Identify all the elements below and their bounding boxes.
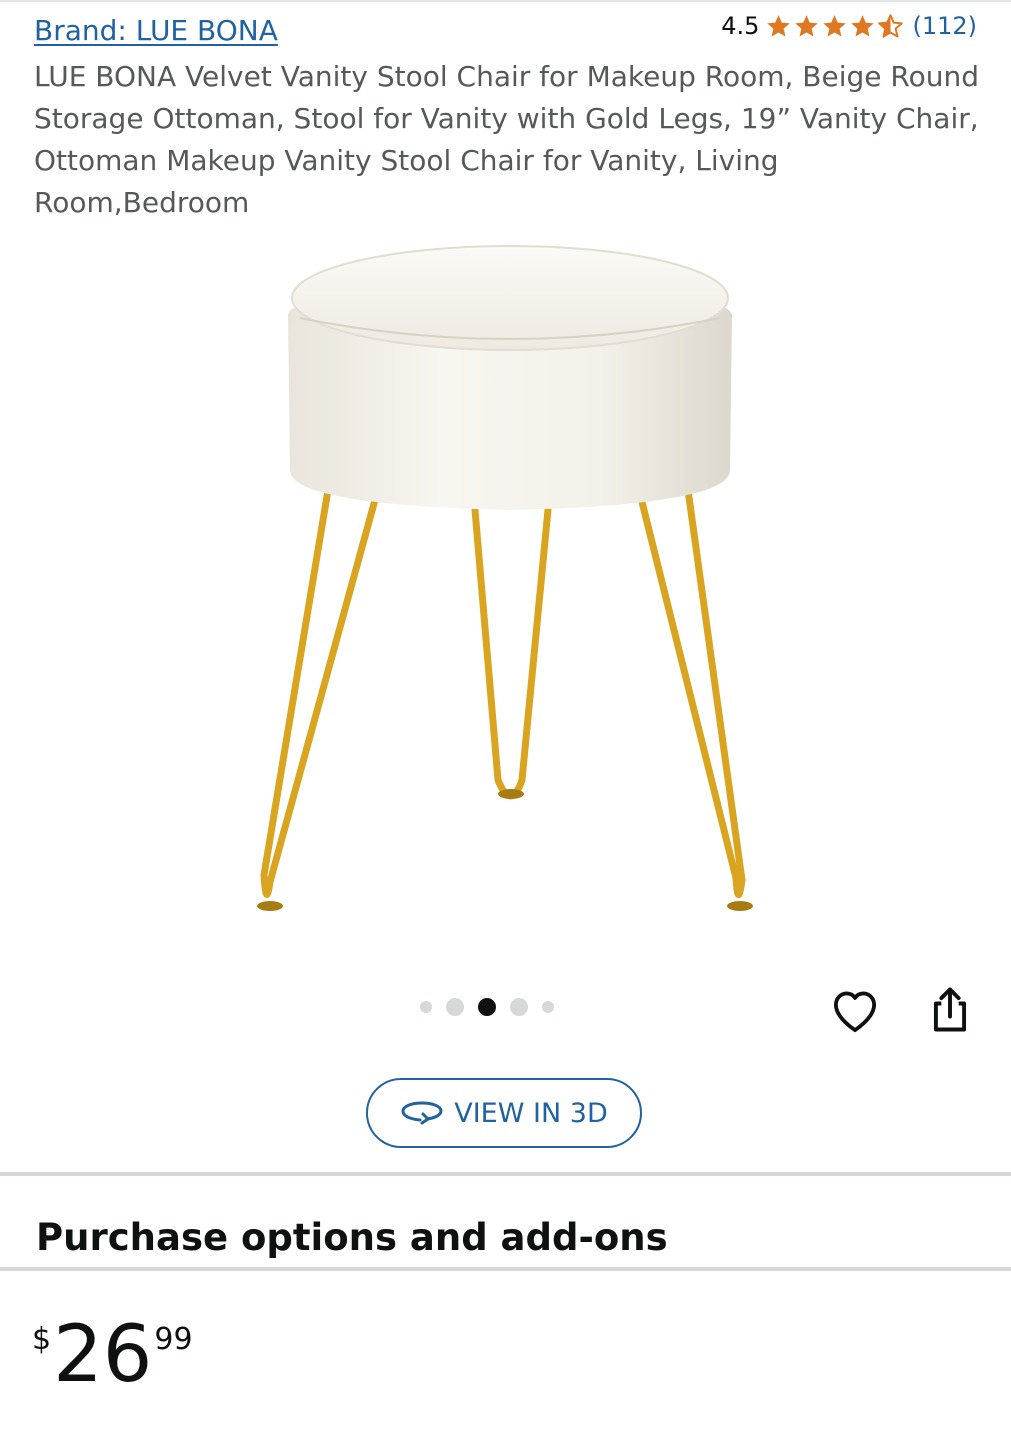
purchase-options-heading: Purchase options and add-ons [36,1216,668,1259]
price-currency-symbol: $ [32,1322,52,1357]
carousel-dot[interactable] [446,998,464,1016]
star-rating [765,13,904,40]
heart-icon[interactable] [828,984,882,1038]
carousel-dot[interactable] [420,1001,432,1013]
star-full-icon [795,14,819,37]
star-full-icon [823,14,847,37]
price-whole: 26 [53,1310,153,1400]
price: $ 26 99 [32,1316,193,1394]
top-border [0,0,1011,2]
rating-summary[interactable]: 4.5 (112) [721,12,977,40]
section-divider [0,1267,1011,1271]
product-image-stool[interactable] [230,220,790,940]
brand-link[interactable]: Brand: LUE BONA [34,14,278,47]
rotate-3d-icon [401,1101,443,1125]
image-carousel-dots [420,998,554,1016]
review-count-link[interactable]: (112) [912,12,977,40]
price-fraction: 99 [154,1322,193,1357]
view-in-3d-label: VIEW IN 3D [454,1097,608,1129]
carousel-dot[interactable] [542,1001,554,1013]
carousel-dot-active[interactable] [478,998,496,1016]
rating-score: 4.5 [721,12,760,40]
view-in-3d-button[interactable]: VIEW IN 3D [366,1078,642,1148]
star-full-icon [767,14,791,37]
share-icon[interactable] [924,984,976,1036]
star-full-icon [851,14,875,37]
section-divider [0,1172,1011,1176]
carousel-dot[interactable] [510,998,528,1016]
star-half-icon [878,13,904,38]
product-title: LUE BONA Velvet Vanity Stool Chair for M… [34,60,979,219]
